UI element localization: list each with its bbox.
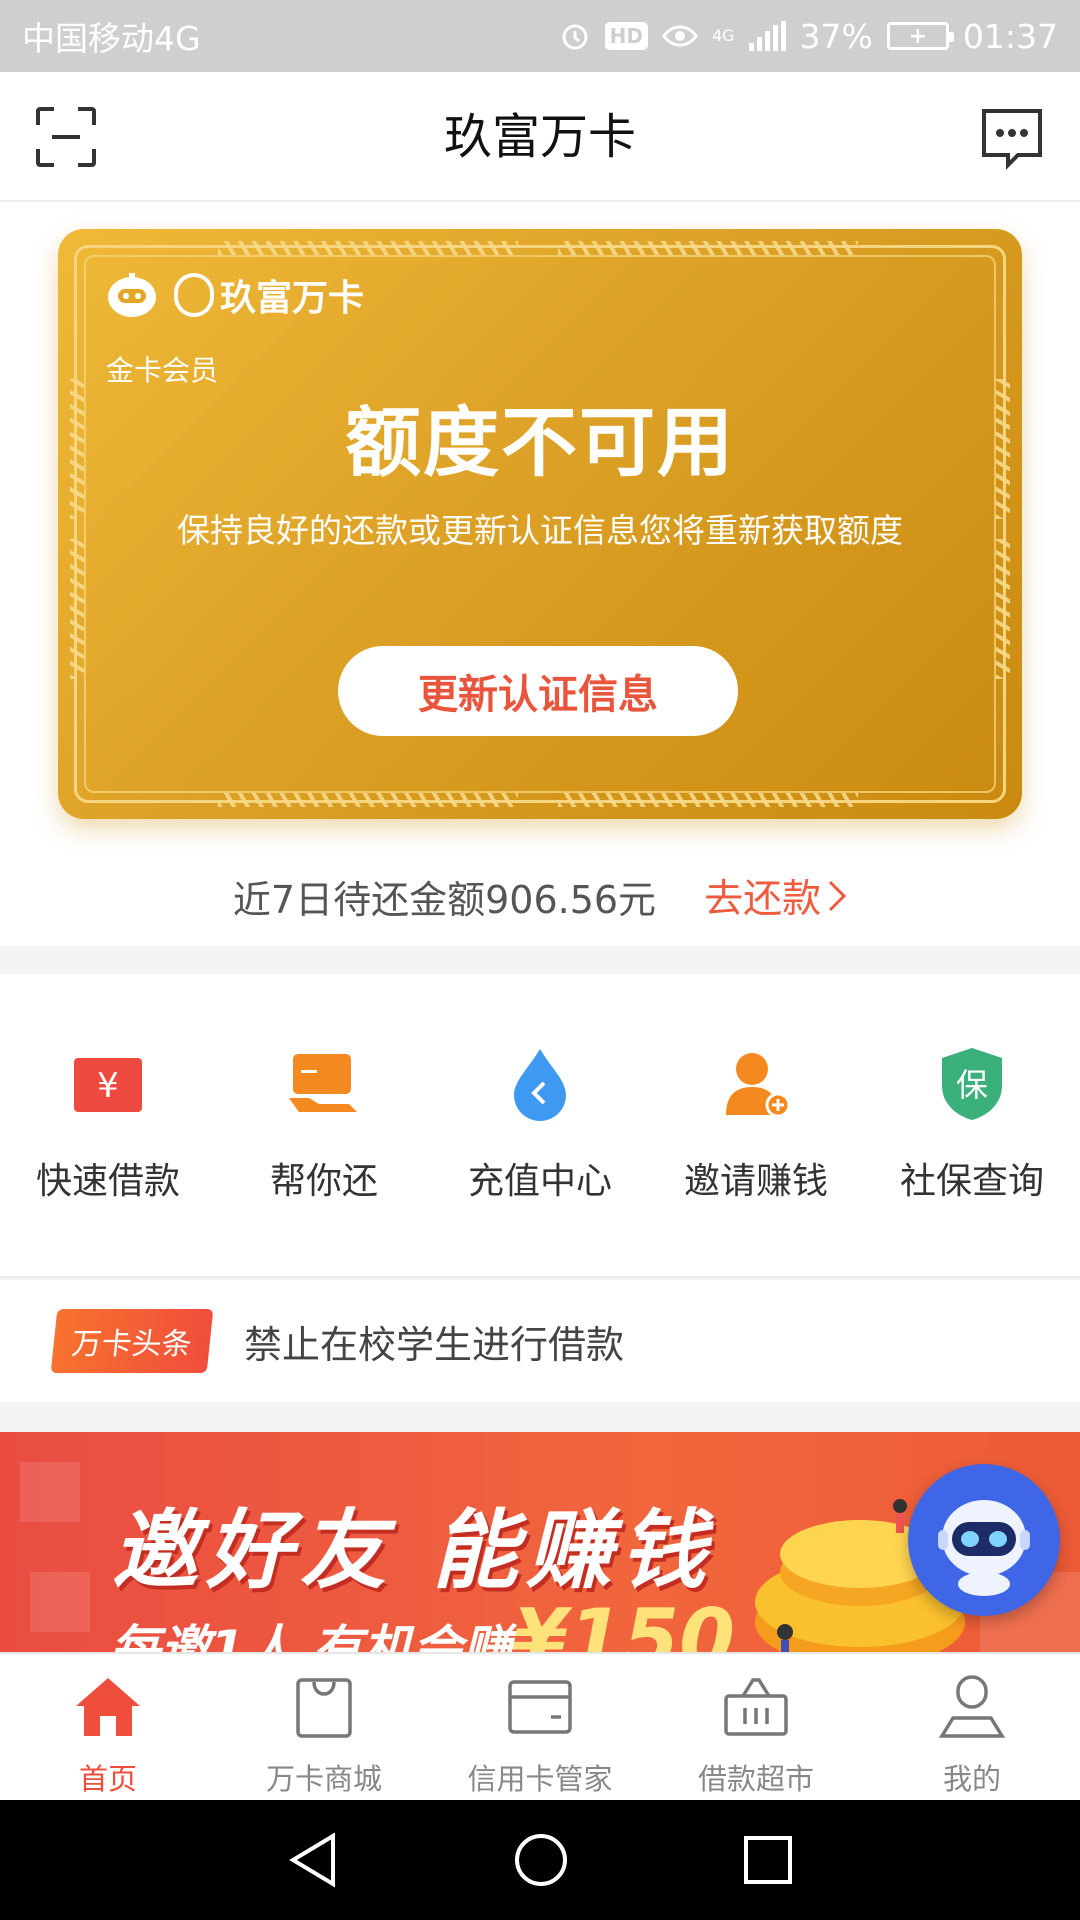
quick-actions: ¥ 快速借款 帮你还 充值中心 邀请赚钱 保 社保查询 xyxy=(0,974,1080,1278)
robot-assistant-icon xyxy=(938,1500,1030,1596)
tab-label: 借款超市 xyxy=(697,1762,814,1796)
tab-label: 首页 xyxy=(78,1762,137,1796)
basket-icon xyxy=(721,1672,791,1742)
alarm-icon xyxy=(559,20,591,52)
banner-reward: ¥150 xyxy=(512,1592,735,1652)
tab-home[interactable]: 首页 xyxy=(0,1654,216,1800)
tab-loan-market[interactable]: 借款超市 xyxy=(648,1654,864,1800)
update-verification-button[interactable]: 更新认证信息 xyxy=(338,646,738,736)
banner-title: 邀好友 能赚钱 xyxy=(112,1501,714,1601)
page-title: 玖富万卡 xyxy=(443,109,636,165)
card-ornament xyxy=(996,539,1010,679)
user-icon xyxy=(937,1672,1007,1742)
status-bar: 中国移动4G HD 4G 37% + 01:37 xyxy=(0,0,1080,72)
brand-mark-icon xyxy=(174,273,214,317)
battery-icon: + xyxy=(886,22,954,50)
message-icon xyxy=(982,109,1042,170)
repay-link[interactable]: 去还款 xyxy=(704,868,847,924)
card-ornament xyxy=(218,241,518,255)
banner-decoration xyxy=(30,1572,90,1632)
yuan-glyph: ¥ xyxy=(97,1066,119,1106)
carrier-label: 中国移动4G xyxy=(22,19,201,58)
card-logo: 玖富万卡 xyxy=(174,269,364,321)
gold-member-card: 玖富万卡 金卡会员 额度不可用 保持良好的还款或更新认证信息您将重新获取额度 更… xyxy=(58,229,1022,819)
home-icon xyxy=(73,1672,143,1742)
news-ticker[interactable]: 万卡头条 禁止在校学生进行借款 xyxy=(0,1280,1080,1402)
bottom-tab-bar: 首页 万卡商城 信用卡管家 借款超市 我的 xyxy=(0,1652,1080,1800)
network-type: 4G xyxy=(711,26,735,45)
action-label: 充值中心 xyxy=(467,1161,612,1202)
action-quick-loan[interactable]: ¥ 快速借款 xyxy=(8,1044,208,1276)
card-ornament xyxy=(218,793,518,807)
action-invite-earn[interactable]: 邀请赚钱 xyxy=(656,1044,856,1276)
yuan-card-icon: ¥ xyxy=(68,1044,148,1124)
tab-mine[interactable]: 我的 xyxy=(864,1654,1080,1800)
tab-label: 信用卡管家 xyxy=(467,1762,613,1796)
banner-decoration xyxy=(20,1462,80,1522)
repayment-row: 近7日待还金额906.56元 去还款 xyxy=(0,856,1080,936)
repay-link-label: 去还款 xyxy=(704,877,822,922)
action-social-security[interactable]: 保 社保查询 xyxy=(872,1044,1072,1276)
recents-icon[interactable] xyxy=(743,1835,793,1885)
chevron-right-icon xyxy=(829,880,847,912)
credit-card-icon xyxy=(505,1672,575,1742)
credit-hint: 保持良好的还款或更新认证信息您将重新获取额度 xyxy=(177,511,903,550)
card-ornament xyxy=(558,241,858,255)
banner-subtitle: 每邀1人 有机会赚¥150 xyxy=(110,1592,735,1652)
app-header: 玖富万卡 xyxy=(0,72,1080,202)
action-label: 帮你还 xyxy=(269,1161,378,1202)
system-navigation-bar xyxy=(0,1800,1080,1920)
card-ornament xyxy=(558,793,858,807)
action-label: 快速借款 xyxy=(35,1161,180,1202)
card-hand-icon xyxy=(284,1044,364,1124)
hd-icon: HD xyxy=(604,22,648,50)
banner-subtitle-text: 每邀1人 有机会赚 xyxy=(110,1620,513,1652)
battery-percent: 37% xyxy=(799,16,873,56)
action-label: 社保查询 xyxy=(899,1161,1044,1202)
action-label: 邀请赚钱 xyxy=(683,1161,828,1202)
clock: 01:37 xyxy=(962,16,1058,56)
credit-status: 额度不可用 xyxy=(345,398,735,487)
shield-glyph: 保 xyxy=(956,1066,988,1104)
home-circle-icon[interactable] xyxy=(513,1832,569,1888)
status-icons: HD 4G 37% + 01:37 xyxy=(559,17,1058,56)
news-badge: 万卡头条 xyxy=(50,1309,214,1373)
back-icon[interactable] xyxy=(287,1832,339,1888)
assistant-robot-button[interactable] xyxy=(908,1464,1060,1616)
tab-mall[interactable]: 万卡商城 xyxy=(216,1654,432,1800)
action-help-repay[interactable]: 帮你还 xyxy=(224,1044,424,1276)
tab-credit-card-manager[interactable]: 信用卡管家 xyxy=(432,1654,648,1800)
robot-logo-icon xyxy=(108,273,156,317)
message-button[interactable] xyxy=(980,107,1044,171)
signal-icon xyxy=(748,21,786,51)
shopping-bag-icon xyxy=(289,1672,359,1742)
news-headline[interactable]: 禁止在校学生进行借款 xyxy=(244,1314,624,1369)
card-brand-name: 玖富万卡 xyxy=(220,278,365,319)
shield-icon: 保 xyxy=(932,1044,1012,1124)
card-ornament xyxy=(70,539,84,679)
repayment-amount: 近7日待还金额906.56元 xyxy=(232,877,657,922)
card-brand: 玖富万卡 xyxy=(104,269,364,321)
invite-user-icon xyxy=(716,1044,796,1124)
credit-card-section: 玖富万卡 金卡会员 额度不可用 保持良好的还款或更新认证信息您将重新获取额度 更… xyxy=(0,202,1080,946)
action-recharge-center[interactable]: 充值中心 xyxy=(440,1044,640,1276)
tab-label: 万卡商城 xyxy=(265,1762,382,1796)
tab-label: 我的 xyxy=(942,1762,1001,1796)
water-drop-icon xyxy=(500,1044,580,1124)
eye-icon xyxy=(662,22,698,50)
